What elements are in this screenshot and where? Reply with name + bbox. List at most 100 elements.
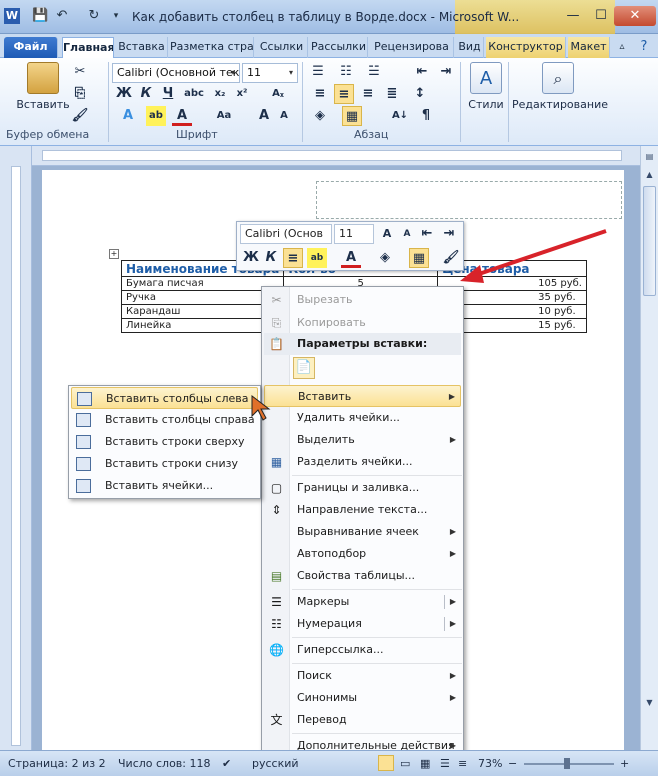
borders-icon[interactable]: ▦	[342, 106, 362, 126]
sort-icon[interactable]: A↓	[390, 106, 410, 126]
page-count[interactable]: Страница: 2 из 2	[8, 757, 106, 770]
strikethrough-icon[interactable]: abc	[184, 84, 204, 104]
decrease-indent-icon[interactable]: ⇤	[412, 62, 432, 82]
increase-indent-icon[interactable]: ⇥	[436, 62, 456, 82]
submenu-insert-columns-left[interactable]: Вставить столбцы слева	[71, 387, 258, 409]
highlight-icon[interactable]: ab	[146, 106, 166, 126]
zoom-level[interactable]: 73%	[478, 757, 502, 770]
submenu-insert-columns-right[interactable]: Вставить столбцы справа	[71, 409, 258, 431]
tab-page-layout[interactable]: Разметка стра	[170, 37, 254, 58]
close-button[interactable]: ✕	[614, 6, 656, 26]
cut-icon[interactable]: ✂	[70, 62, 90, 82]
mini-shading-icon[interactable]: ◈	[375, 248, 395, 268]
mini-increase-indent-icon[interactable]: ⇥	[439, 224, 459, 244]
mini-format-painter-icon[interactable]: 🖌	[441, 248, 461, 268]
menu-item-translate[interactable]: 文 Перевод	[264, 709, 461, 731]
submenu-insert-cells[interactable]: Вставить ячейки...	[71, 475, 258, 497]
change-case-button[interactable]: Aa	[214, 106, 234, 126]
mini-highlight-icon[interactable]: ab	[307, 248, 327, 268]
keep-text-only-paste-icon[interactable]: 📄	[293, 357, 315, 379]
editing-button[interactable]: ⌕ Редактирование	[512, 62, 608, 111]
menu-item-delete-cells[interactable]: Удалить ячейки...	[264, 407, 461, 429]
word-app-icon[interactable]: W	[4, 8, 20, 24]
zoom-out-icon[interactable]: −	[508, 757, 517, 770]
scroll-thumb[interactable]	[643, 186, 656, 296]
shading-icon[interactable]: ◈	[310, 106, 330, 126]
menu-item-borders-shading[interactable]: ▢ Границы и заливка...	[264, 477, 461, 499]
mini-font-color-icon[interactable]: A	[341, 248, 361, 268]
tab-references[interactable]: Ссылки	[256, 37, 308, 58]
mini-italic-button[interactable]: К	[261, 248, 281, 268]
mini-decrease-indent-icon[interactable]: ⇤	[417, 224, 437, 244]
tab-mailings[interactable]: Рассылки	[310, 37, 368, 58]
qat-customize-icon[interactable]: ▾	[108, 8, 124, 24]
tab-insert[interactable]: Вставка	[116, 37, 168, 58]
table-cell[interactable]: Карандаш	[120, 304, 285, 319]
word-count[interactable]: Число слов: 118	[118, 757, 211, 770]
bullets-icon[interactable]: ☰	[308, 62, 328, 82]
mini-shrink-font-icon[interactable]: A	[397, 224, 417, 244]
menu-item-cut[interactable]: ✂ Вырезать	[264, 289, 461, 311]
menu-item-bullets[interactable]: ☰ Маркеры ▶	[264, 591, 461, 613]
tab-file[interactable]: Файл	[4, 37, 58, 58]
menu-item-select[interactable]: Выделить ▶	[264, 429, 461, 451]
outline-view-icon[interactable]: ☰	[440, 757, 450, 770]
align-center-icon[interactable]: ≡	[334, 84, 354, 104]
grow-font-button[interactable]: A	[254, 106, 274, 126]
mini-grow-font-icon[interactable]: A	[377, 224, 397, 244]
multilevel-list-icon[interactable]: ☱	[364, 62, 384, 82]
menu-item-cell-alignment[interactable]: Выравнивание ячеек ▶	[264, 521, 461, 543]
tab-design[interactable]: Конструктор	[486, 37, 566, 58]
mini-bold-button[interactable]: Ж	[241, 248, 261, 268]
tab-layout[interactable]: Макет	[568, 37, 610, 58]
underline-button[interactable]: Ч	[158, 84, 178, 104]
save-icon[interactable]: 💾	[32, 8, 48, 24]
proofing-icon[interactable]: ✔	[222, 757, 231, 770]
mini-align-center-icon[interactable]: ≡	[283, 248, 303, 268]
menu-item-text-direction[interactable]: ⇕ Направление текста...	[264, 499, 461, 521]
clear-format-icon[interactable]: Aᵪ	[268, 84, 288, 104]
align-left-icon[interactable]: ≡	[310, 84, 330, 104]
text-effects-icon[interactable]: A	[118, 106, 138, 126]
web-view-icon[interactable]: ▦	[420, 757, 430, 770]
menu-item-insert[interactable]: Вставить ▶	[264, 385, 461, 407]
mini-borders-icon[interactable]: ▦	[409, 248, 429, 268]
menu-item-numbering[interactable]: ☷ Нумерация ▶	[264, 613, 461, 635]
scroll-down-icon[interactable]: ▼	[643, 696, 656, 710]
tab-home[interactable]: Главная	[62, 37, 114, 58]
draft-view-icon[interactable]: ≡	[458, 757, 467, 770]
paste-button[interactable]: Вставить	[14, 62, 72, 111]
mini-font-combo[interactable]: Calibri (Основ	[240, 224, 332, 244]
justify-icon[interactable]: ≣	[382, 84, 402, 104]
table-cell[interactable]: Бумага писчая	[120, 276, 285, 291]
menu-item-synonyms[interactable]: Синонимы ▶	[264, 687, 461, 709]
numbering-icon[interactable]: ☷	[336, 62, 356, 82]
copy-icon[interactable]: ⎘	[70, 84, 90, 104]
fullscreen-view-icon[interactable]: ▭	[400, 757, 410, 770]
subscript-icon[interactable]: x₂	[210, 84, 230, 104]
align-right-icon[interactable]: ≡	[358, 84, 378, 104]
format-painter-icon[interactable]: 🖌	[70, 106, 90, 126]
table-cell[interactable]: Линейка	[120, 318, 285, 333]
language-indicator[interactable]: русский	[252, 757, 299, 770]
font-size-combo[interactable]: 11 ▾	[242, 63, 298, 83]
minimize-ribbon-icon[interactable]: ▵	[614, 39, 630, 55]
superscript-icon[interactable]: x²	[232, 84, 252, 104]
styles-button[interactable]: A Стили	[464, 62, 508, 111]
redo-icon[interactable]: ↻	[86, 8, 102, 24]
mini-size-combo[interactable]: 11	[334, 224, 374, 244]
submenu-insert-rows-below[interactable]: Вставить строки снизу	[71, 453, 258, 475]
print-layout-view-icon[interactable]	[378, 755, 394, 771]
table-move-handle-icon[interactable]: +	[109, 249, 119, 259]
minimize-button[interactable]: —	[560, 6, 586, 26]
bold-button[interactable]: Ж	[114, 84, 134, 104]
ruler-toggle-icon[interactable]: ▤	[643, 150, 656, 164]
undo-icon[interactable]: ↶	[54, 8, 70, 24]
submenu-insert-rows-above[interactable]: Вставить строки сверху	[71, 431, 258, 453]
menu-item-table-properties[interactable]: ▤ Свойства таблицы...	[264, 565, 461, 587]
tab-view[interactable]: Вид	[456, 37, 484, 58]
font-name-combo[interactable]: Calibri (Основной тек ▾	[112, 63, 240, 83]
maximize-button[interactable]: ☐	[588, 6, 614, 26]
show-marks-icon[interactable]: ¶	[416, 106, 436, 126]
menu-item-split-cells[interactable]: ▦ Разделить ячейки...	[264, 451, 461, 473]
